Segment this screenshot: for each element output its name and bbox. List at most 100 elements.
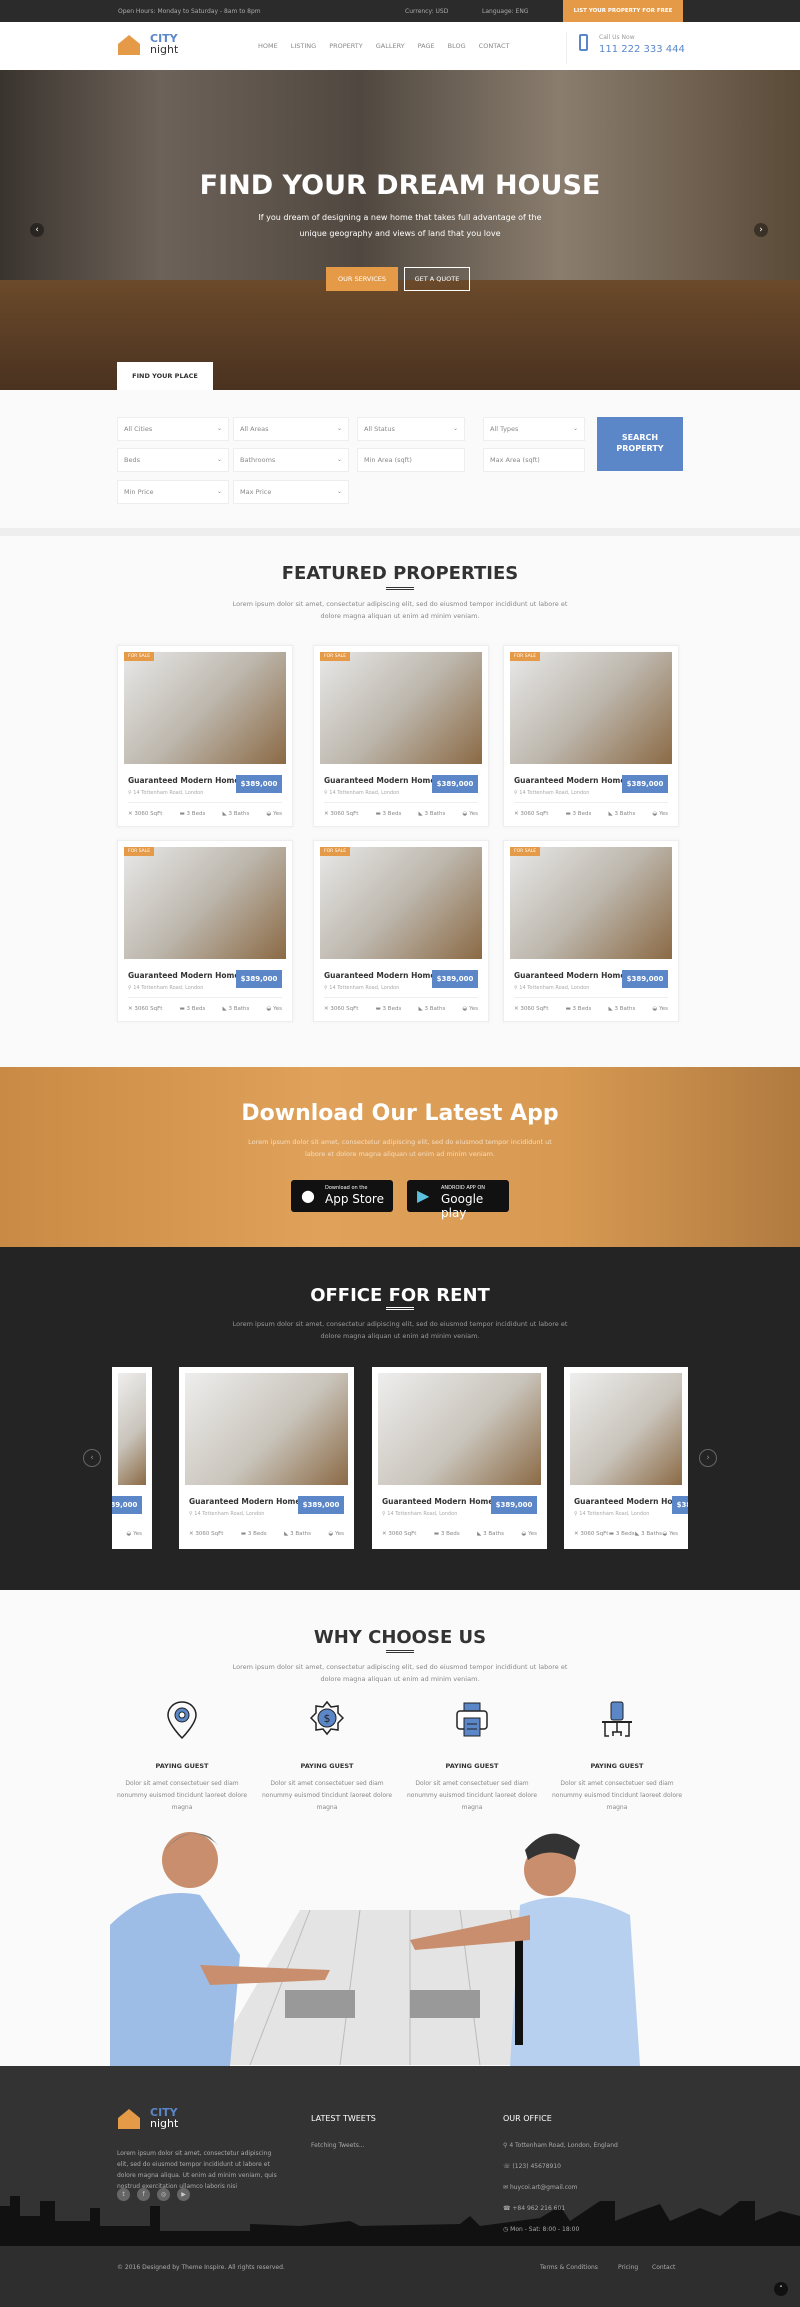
search-field[interactable]: Bathrooms ⌄ [233,448,349,472]
feature: ◣ 3 Baths [222,811,249,817]
property-image[interactable] [320,847,482,959]
open-hours: Open Hours: Monday to Saturday - 8am to … [118,8,261,15]
app-title: Download Our Latest App [241,1101,559,1126]
nav-page[interactable]: PAGE [418,42,435,50]
instagram-icon[interactable]: ◎ [157,2188,170,2201]
featured-title: FEATURED PROPERTIES [281,563,519,584]
property-card[interactable]: FOR SALE Guaranteed Modern Home ⚲ 14 Totte… [503,645,679,827]
phone-number[interactable]: 111 222 333 444 [599,44,685,55]
get-quote-button[interactable]: GET A QUOTE [404,267,470,291]
header: CITY night HOME LISTING PROPERTY GALLERY… [0,22,800,70]
property-title[interactable]: Guaranteed Modern Home [574,1497,685,1506]
feature: ▬ 3 Beds [180,811,206,817]
search-field[interactable]: Max Price ⌄ [233,480,349,504]
property-image[interactable] [510,847,672,959]
feature: ✕ 3060 SqFt [324,1006,358,1012]
field-value: Min Area (sqft) [364,456,412,464]
property-title[interactable]: Guaranteed Modern Home [514,776,625,785]
search-field[interactable]: Max Area (sqft) [483,448,585,472]
property-image[interactable] [118,1373,146,1485]
search-field[interactable]: Min Price ⌄ [117,480,229,504]
contact-link[interactable]: Contact [652,2264,675,2271]
property-card[interactable]: FOR SALE Guaranteed Modern Home ⚲ 14 Totte… [313,840,489,1022]
twitter-icon[interactable]: t [117,2188,130,2201]
property-image[interactable] [124,847,286,959]
nav-gallery[interactable]: GALLERY [376,42,405,50]
google-play-button[interactable]: ▶ ANDROID APP ON Google play [407,1180,509,1220]
search-field[interactable]: All Cities ⌄ [117,417,229,441]
property-card[interactable]: FOR SALE Guaranteed Modern Home ⚲ 14 Totte… [117,840,293,1022]
property-card[interactable]: FOR SALE Guaranteed Modern Home ⚲ 14 Totte… [503,840,679,1022]
feature-value: 3 Baths [641,1531,663,1537]
office-card[interactable]: Guaranteed Modern Home ⚲ 14 Tottenham Roa… [179,1367,354,1549]
feature-item: $ PAYING GUEST Dolor sit amet consectetuer… [257,1700,397,1814]
office-card[interactable]: Guaranteed Modern Home ⚲ 14 Tottenham Roa… [372,1367,547,1549]
play-icon: ▶ [417,1186,430,1205]
feature-value: Yes [659,1006,668,1012]
carousel-prev-icon[interactable]: ‹ [83,1449,101,1467]
property-title[interactable]: Guaranteed Modern Home [514,971,625,980]
office-email[interactable]: ✉ huycoi.art@gmail.com [503,2184,578,2191]
office-card[interactable]: Guaranteed Modern Home ⚲ 14 Tottenham Roa… [564,1367,688,1549]
search-property-button[interactable]: SEARCH PROPERTY [597,417,683,471]
property-image[interactable] [510,652,672,764]
language-selector[interactable]: Language: ENG [482,8,528,15]
hero-slider: FIND YOUR DREAM HOUSE If you dream of de… [0,70,800,390]
property-title[interactable]: Guaranteed Modern Home [324,971,435,980]
search-field[interactable]: Min Area (sqft) [357,448,465,472]
nav-listing[interactable]: LISTING [291,42,316,50]
property-title[interactable]: Guaranteed Modern Home [382,1497,493,1506]
feature: ◒ Yes [522,1531,537,1537]
currency-selector[interactable]: Currency: USD [405,8,448,15]
property-address: ⚲ 14 Tottenham Road, London [324,985,399,991]
title-underline [386,1307,414,1310]
feature-value: 3 Baths [424,1006,446,1012]
office-card[interactable]: $389,000 ✕ 3060 SqFt▬ 3 Beds◣ 3 Baths◒ Ye… [112,1367,152,1549]
property-image[interactable] [320,652,482,764]
app-store-button[interactable]: ● Download on the App Store [291,1180,393,1212]
nav-property[interactable]: PROPERTY [329,42,363,50]
youtube-icon[interactable]: ▶ [177,2188,190,2201]
our-services-button[interactable]: OUR SERVICES [326,267,398,291]
search-field[interactable]: All Status ⌄ [357,417,465,441]
property-image[interactable] [124,652,286,764]
property-card[interactable]: FOR SALE Guaranteed Modern Home ⚲ 14 Totte… [313,645,489,827]
property-image[interactable] [570,1373,682,1485]
search-field[interactable]: All Areas ⌄ [233,417,349,441]
carousel-next-icon[interactable]: › [699,1449,717,1467]
next-slide-icon[interactable]: › [754,223,768,237]
feature: ✕ 3060 SqFt [324,811,358,817]
facebook-icon[interactable]: f [137,2188,150,2201]
property-title[interactable]: Guaranteed Modern Home [128,776,239,785]
pricing-link[interactable]: Pricing [618,2264,638,2271]
scroll-top-icon[interactable]: ˄ [774,2282,788,2296]
property-title[interactable]: Guaranteed Modern Home [189,1497,300,1506]
terms-link[interactable]: Terms & Conditions [540,2264,598,2271]
property-title[interactable]: Guaranteed Modern Home [324,776,435,785]
footer-logo[interactable]: CITY night [118,2106,188,2134]
property-image[interactable] [378,1373,541,1485]
address-text: 14 Tottenham Road, London [387,1511,458,1517]
property-address: ⚲ 14 Tottenham Road, London [128,985,203,991]
printer-icon [455,1700,489,1740]
search-field[interactable]: Beds ⌄ [117,448,229,472]
find-your-place-tab[interactable]: FIND YOUR PLACE [117,362,213,390]
prev-slide-icon[interactable]: ‹ [30,223,44,237]
price-badge: $389,000 [112,1496,142,1514]
property-features: ✕ 3060 SqFt ▬ 3 Beds ◣ 3 Baths ◒ Yes [128,997,282,1012]
logo[interactable]: CITY night [118,32,188,60]
field-value: All Cities [124,425,153,433]
nav-blog[interactable]: BLOG [448,42,466,50]
office-hours: ◷ Mon - Sat: 8:00 - 18:00 [503,2226,580,2233]
feature: ◒ Yes [653,811,668,817]
property-card[interactable]: FOR SALE Guaranteed Modern Home ⚲ 14 Totte… [117,645,293,827]
nav-contact[interactable]: CONTACT [479,42,510,50]
address-text: 14 Tottenham Road, London [133,790,204,796]
feature: ◒ Yes [663,1531,678,1537]
price-badge: $389,000 [432,970,478,988]
list-property-button[interactable]: LIST YOUR PROPERTY FOR FREE [563,0,683,22]
property-title[interactable]: Guaranteed Modern Home [128,971,239,980]
property-image[interactable] [185,1373,348,1485]
search-field[interactable]: All Types ⌄ [483,417,585,441]
nav-home[interactable]: HOME [258,42,278,50]
